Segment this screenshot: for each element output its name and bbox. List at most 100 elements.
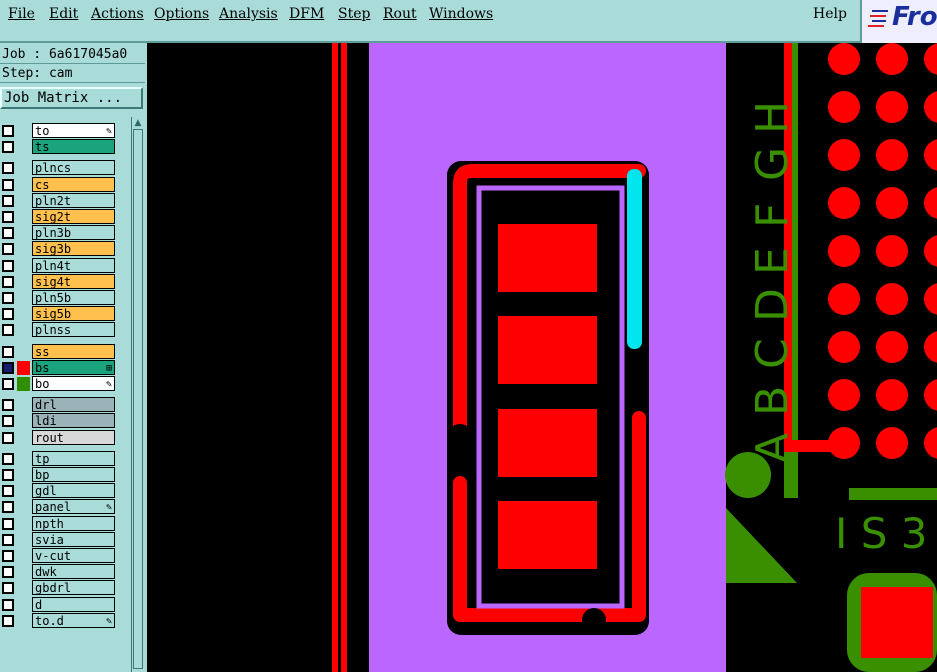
layer-checkbox[interactable] bbox=[2, 345, 14, 358]
layer-name[interactable]: cs bbox=[32, 176, 115, 192]
menu-options[interactable]: Options bbox=[154, 6, 209, 22]
job-matrix-button[interactable]: Job Matrix ... bbox=[0, 87, 143, 109]
layer-edit-icon: ✎ bbox=[105, 615, 112, 627]
layer-name[interactable]: ts bbox=[32, 139, 115, 155]
layer-name[interactable]: d bbox=[32, 596, 115, 612]
layer-name[interactable]: plnss bbox=[32, 322, 115, 338]
pad-4 bbox=[498, 501, 597, 569]
layer-checkbox[interactable] bbox=[2, 125, 14, 137]
layer-name[interactable]: panel ✎ bbox=[32, 499, 115, 515]
layer-name[interactable]: bo ✎ bbox=[32, 376, 115, 391]
via-pad bbox=[828, 139, 860, 171]
silk-letter: E bbox=[747, 247, 798, 275]
layer-scrollbar[interactable]: ▲ bbox=[131, 117, 145, 672]
menu-rout[interactable]: Rout bbox=[383, 6, 417, 22]
layer-name[interactable]: bp bbox=[32, 467, 115, 482]
silk-letter: F bbox=[747, 203, 798, 228]
layer-checkbox[interactable] bbox=[2, 162, 14, 175]
trace-vertical-right bbox=[341, 43, 347, 672]
via-pad bbox=[828, 43, 860, 75]
layer-checkbox[interactable] bbox=[2, 399, 14, 412]
layer-checkbox[interactable] bbox=[2, 469, 14, 481]
layer-name[interactable]: drl bbox=[32, 397, 115, 413]
layer-name[interactable]: ldi bbox=[32, 413, 115, 429]
via-pad bbox=[828, 331, 860, 363]
layer-checkbox[interactable] bbox=[2, 415, 14, 428]
layer-name[interactable]: tp bbox=[32, 450, 115, 466]
layer-name[interactable]: ss bbox=[32, 343, 115, 359]
via-pad bbox=[828, 427, 860, 459]
pad-bottom-right bbox=[861, 587, 933, 658]
company-logo: Fro bbox=[860, 0, 937, 43]
menu-file[interactable]: File bbox=[8, 6, 35, 22]
layer-checkbox[interactable] bbox=[2, 501, 14, 514]
silk-bottom-text: I S 3 bbox=[835, 509, 927, 558]
trace-vertical-left bbox=[332, 43, 338, 672]
layer-checkbox[interactable] bbox=[2, 211, 14, 223]
silk-horizontal-bar bbox=[849, 488, 937, 500]
layer-edit-icon: ✎ bbox=[105, 502, 112, 514]
layer-checkbox[interactable] bbox=[2, 292, 14, 304]
layer-checkbox[interactable] bbox=[2, 227, 14, 240]
layer-checkbox[interactable] bbox=[2, 324, 14, 337]
layer-name[interactable]: sig2t bbox=[32, 209, 115, 224]
layer-checkbox[interactable] bbox=[2, 194, 14, 207]
layer-name[interactable]: svia bbox=[32, 531, 115, 547]
layer-name[interactable]: to ✎ bbox=[32, 123, 115, 138]
layer-checkbox[interactable] bbox=[2, 582, 14, 595]
menu-windows[interactable]: Windows bbox=[429, 6, 493, 22]
layer-name[interactable]: v-cut bbox=[32, 548, 115, 563]
layer-checkbox[interactable] bbox=[2, 259, 14, 272]
layer-checkbox[interactable] bbox=[2, 452, 14, 465]
menu-analysis[interactable]: Analysis bbox=[219, 6, 278, 22]
layer-checkbox[interactable] bbox=[2, 566, 14, 579]
via-pad bbox=[876, 331, 908, 363]
layer-checkbox[interactable] bbox=[2, 141, 14, 154]
menu-step[interactable]: Step bbox=[338, 6, 370, 22]
layer-checkbox[interactable] bbox=[2, 378, 14, 390]
layer-checkbox[interactable] bbox=[2, 361, 14, 374]
layer-name[interactable]: gbdrl bbox=[32, 580, 115, 596]
layer-checkbox[interactable] bbox=[2, 485, 14, 498]
layer-name[interactable]: npth bbox=[32, 515, 115, 531]
menu-dfm[interactable]: DFM bbox=[289, 6, 324, 22]
layer-checkbox[interactable] bbox=[2, 275, 14, 288]
layer-name[interactable]: plncs bbox=[32, 160, 115, 176]
layer-checkbox[interactable] bbox=[2, 308, 14, 321]
scroll-up-arrow-icon[interactable]: ▲ bbox=[132, 117, 144, 129]
layer-name[interactable]: pln2t bbox=[32, 192, 115, 208]
silk-letter: B bbox=[747, 386, 798, 416]
menu-edit[interactable]: Edit bbox=[49, 6, 78, 22]
layer-name[interactable]: sig3b bbox=[32, 241, 115, 257]
pcb-canvas[interactable]: ABCDEFGH I S 3 bbox=[147, 43, 937, 672]
menu-help[interactable]: Help bbox=[813, 6, 847, 22]
layer-checkbox[interactable] bbox=[2, 614, 14, 627]
layer-name[interactable]: pln4t bbox=[32, 257, 115, 273]
layer-checkbox[interactable] bbox=[2, 533, 14, 546]
via-pad bbox=[876, 235, 908, 267]
layer-name[interactable]: sig4t bbox=[32, 273, 115, 289]
pad-bottom-right-gap bbox=[797, 583, 844, 672]
highlighted-trace bbox=[627, 169, 642, 349]
layer-name[interactable]: pln5b bbox=[32, 290, 115, 305]
layer-checkbox[interactable] bbox=[2, 431, 14, 444]
layer-checkbox[interactable] bbox=[2, 243, 14, 256]
layer-name[interactable]: dwk bbox=[32, 564, 115, 580]
layer-name[interactable]: to.d ✎ bbox=[32, 612, 115, 628]
layer-name[interactable]: pln3b bbox=[32, 225, 115, 241]
layer-checkbox[interactable] bbox=[2, 178, 14, 191]
via-pad bbox=[876, 139, 908, 171]
layer-checkbox[interactable] bbox=[2, 517, 14, 530]
pad-2 bbox=[498, 316, 597, 384]
layer-checkbox[interactable] bbox=[2, 550, 14, 562]
job-label: Job : 6a617045a0 bbox=[0, 46, 145, 64]
menu-actions[interactable]: Actions bbox=[91, 6, 144, 22]
layer-name[interactable]: rout bbox=[32, 429, 115, 445]
scroll-thumb[interactable] bbox=[133, 129, 143, 669]
layer-name[interactable]: sig5b bbox=[32, 306, 115, 322]
layer-name[interactable]: bs ⊞ bbox=[32, 359, 115, 375]
step-label: Step: cam bbox=[0, 65, 145, 83]
via-pad bbox=[876, 187, 908, 219]
layer-name[interactable]: gdl bbox=[32, 483, 115, 499]
layer-checkbox[interactable] bbox=[2, 598, 14, 611]
